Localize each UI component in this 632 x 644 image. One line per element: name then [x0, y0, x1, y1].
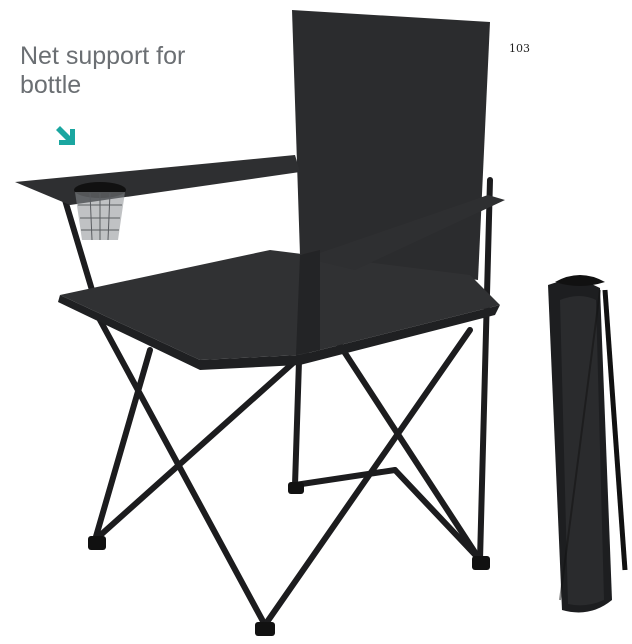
- carry-bag: [548, 275, 628, 613]
- folding-chair-illustration: [15, 10, 628, 636]
- left-armrest: [15, 155, 300, 205]
- cup-holder: [74, 182, 126, 241]
